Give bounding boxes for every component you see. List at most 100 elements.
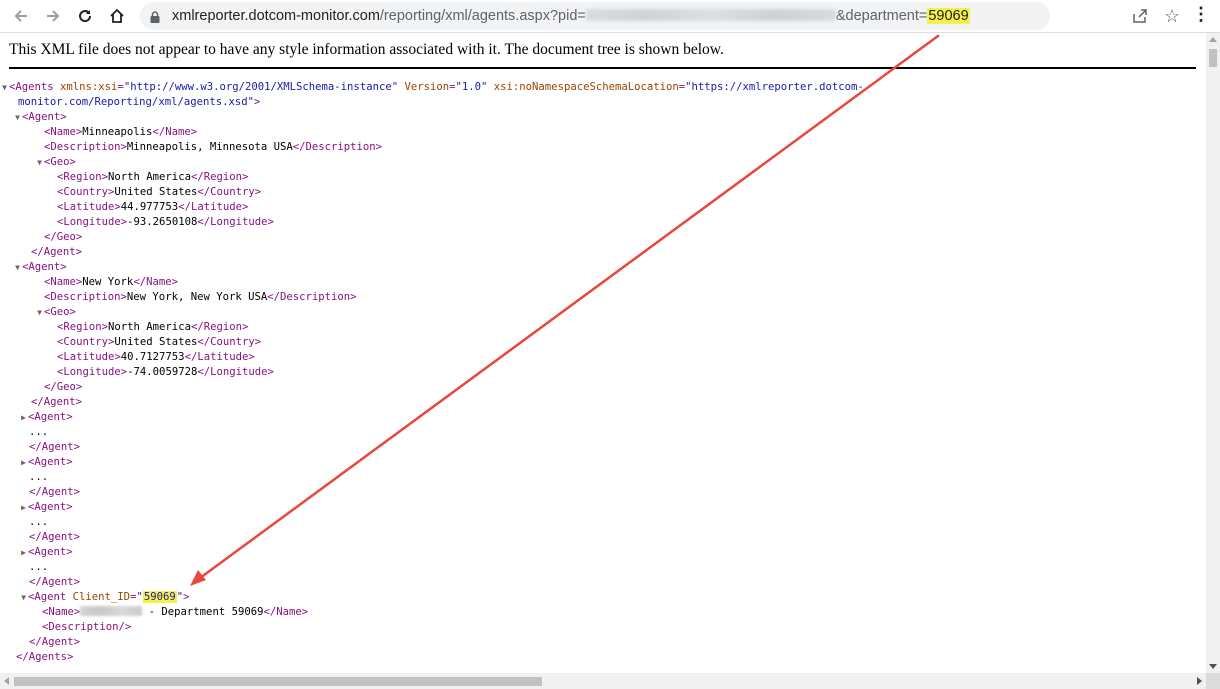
geo-longitude-line: <Longitude>-74.0059728</Longitude> <box>57 366 274 378</box>
collapsed-ellipsis: ... <box>0 470 864 485</box>
collapsed-ellipsis: ... <box>0 515 864 530</box>
client-id-highlight: 59069 <box>142 591 177 603</box>
tag-close: </Agent> <box>31 396 83 408</box>
geo-region-line: <Region>North America</Region> <box>57 171 249 183</box>
geo-open-line[interactable]: ▼ <Geo> <box>0 155 864 170</box>
ellipsis: ... <box>29 471 49 483</box>
attr-value: "59069" <box>136 591 184 603</box>
scrollbar-corner <box>1206 673 1220 689</box>
client-agent-description-line: <Description/> <box>0 620 864 635</box>
xml-root-line-wrap: monitor.com/Reporting/xml/agents.xsd"> <box>0 95 864 110</box>
tag-close: </Agents> <box>16 651 74 663</box>
latitude-value: 44.977753 <box>120 201 179 213</box>
attr-value: monitor.com/Reporting/xml/agents.xsd" <box>18 96 254 108</box>
root-close-line: </Agents> <box>0 650 864 665</box>
collapsed-agent-line[interactable]: ▶ <Agent> <box>0 500 864 515</box>
geo-region-line: <Region>North America</Region> <box>57 321 249 333</box>
collapse-toggle-icon[interactable]: ▼ <box>35 155 44 170</box>
agent-description-value: New York, New York USA <box>126 291 268 303</box>
tag-open: <Agent <box>28 591 67 603</box>
vertical-scrollbar[interactable] <box>1206 33 1220 673</box>
collapse-toggle-icon[interactable]: ▼ <box>0 80 9 95</box>
scroll-right-icon[interactable] <box>1197 677 1202 685</box>
tag-close: </Agent> <box>29 441 81 453</box>
ellipsis: ... <box>29 561 49 573</box>
tag-close: </Geo> <box>44 381 83 393</box>
agent-close-line: </Agent> <box>0 440 864 455</box>
geo-open-line[interactable]: ▼ <Geo> <box>0 305 864 320</box>
xml-viewer: This XML file does not appear to have an… <box>0 33 1206 673</box>
horizontal-scrollbar[interactable] <box>0 673 1206 689</box>
agent-description-line: <Description>Minneapolis, Minnesota USA<… <box>44 141 383 153</box>
expand-toggle-icon[interactable]: ▶ <box>19 500 28 515</box>
empty-description-tag: <Description/> <box>42 621 132 633</box>
scroll-up-icon[interactable] <box>1209 37 1217 42</box>
attr-value: "1.0" <box>455 81 488 93</box>
attr-value: "https://xmlreporter.dotcom- <box>685 81 864 93</box>
longitude-value: -93.2650108 <box>127 216 198 228</box>
address-bar[interactable]: xmlreporter.dotcom-monitor.com/reporting… <box>140 2 1180 30</box>
tag-open: <Geo> <box>44 306 76 318</box>
share-icon[interactable] <box>1132 8 1148 29</box>
redacted-name <box>80 606 143 616</box>
collapse-toggle-icon[interactable]: ▼ <box>13 110 22 125</box>
collapsed-agent-line[interactable]: ▶ <Agent> <box>0 455 864 470</box>
url-param-label: &department= <box>835 8 928 24</box>
agent-open-line[interactable]: ▼ <Agent> <box>0 260 864 275</box>
url-text[interactable]: xmlreporter.dotcom-monitor.com/reporting… <box>172 2 970 30</box>
collapsed-ellipsis: ... <box>0 425 864 440</box>
attr-name: Version <box>398 81 450 93</box>
agent-close-line: </Agent> <box>0 395 864 410</box>
scroll-down-icon[interactable] <box>1209 664 1217 669</box>
back-icon[interactable] <box>8 3 34 29</box>
agent-name-value: New York <box>82 276 134 288</box>
attr-name: Client_ID <box>66 591 131 603</box>
agent-name-value: Minneapolis <box>82 126 153 138</box>
url-department-value: 59069 <box>927 8 970 24</box>
region-value: North America <box>108 171 191 183</box>
expand-toggle-icon[interactable]: ▶ <box>19 545 28 560</box>
latitude-value: 40.7127753 <box>120 351 185 363</box>
menu-icon[interactable]: ⋮ <box>1192 4 1210 25</box>
region-value: North America <box>108 321 191 333</box>
xml-root-line[interactable]: ▼ <Agents xmlns:xsi="http://www.w3.org/20… <box>0 80 864 95</box>
attr-name: xmlns:xsi <box>53 81 118 93</box>
expand-toggle-icon[interactable]: ▶ <box>19 410 28 425</box>
tag-close: </Agent> <box>29 486 81 498</box>
agent-open-line[interactable]: ▼ <Agent> <box>0 110 864 125</box>
tag-close: </Agent> <box>31 246 83 258</box>
country-value: United States <box>114 336 198 348</box>
agent-close-line: </Agent> <box>0 575 864 590</box>
forward-icon[interactable] <box>40 3 66 29</box>
collapse-toggle-icon[interactable]: ▼ <box>13 260 22 275</box>
horizontal-scroll-thumb[interactable] <box>14 677 542 686</box>
client-agent-name-line: <Name> - Department 59069</Name> <box>42 606 309 618</box>
tag-close: </Agent> <box>29 531 81 543</box>
lock-icon[interactable] <box>150 10 160 28</box>
home-icon[interactable] <box>104 3 130 29</box>
tag-open: <Agent> <box>22 111 67 123</box>
reload-icon[interactable] <box>72 3 98 29</box>
agent-description-line: <Description>New York, New York USA</Des… <box>44 291 357 303</box>
tag-close: </Agent> <box>29 576 81 588</box>
client-agent-name-value: - Department 59069 <box>142 606 264 618</box>
vertical-scroll-thumb[interactable] <box>1209 49 1217 67</box>
expand-toggle-icon[interactable]: ▶ <box>19 455 28 470</box>
collapsed-agent-line[interactable]: ▶ <Agent> <box>0 410 864 425</box>
redacted-pid <box>585 9 836 21</box>
tag-close: </Geo> <box>44 231 83 243</box>
collapse-toggle-icon[interactable]: ▼ <box>35 305 44 320</box>
geo-close-line: </Geo> <box>0 380 864 395</box>
star-icon[interactable]: ☆ <box>1164 6 1180 27</box>
attr-name: xsi:noNamespaceSchemaLocation <box>487 81 679 93</box>
agent-close-line: </Agent> <box>0 245 864 260</box>
collapsed-agent-line[interactable]: ▶ <Agent> <box>0 545 864 560</box>
xml-tree: ▼ <Agents xmlns:xsi="http://www.w3.org/20… <box>0 80 864 665</box>
collapse-toggle-icon[interactable]: ▼ <box>19 590 28 605</box>
geo-close-line: </Geo> <box>0 230 864 245</box>
attr-value: "http://www.w3.org/2001/XMLSchema-instan… <box>123 81 399 93</box>
client-agent-open-line[interactable]: ▼ <Agent Client_ID="59069"> <box>0 590 864 605</box>
tag-open: <Agent> <box>28 546 73 558</box>
scroll-left-icon[interactable] <box>4 677 9 685</box>
no-style-notice: This XML file does not appear to have an… <box>9 41 1196 69</box>
